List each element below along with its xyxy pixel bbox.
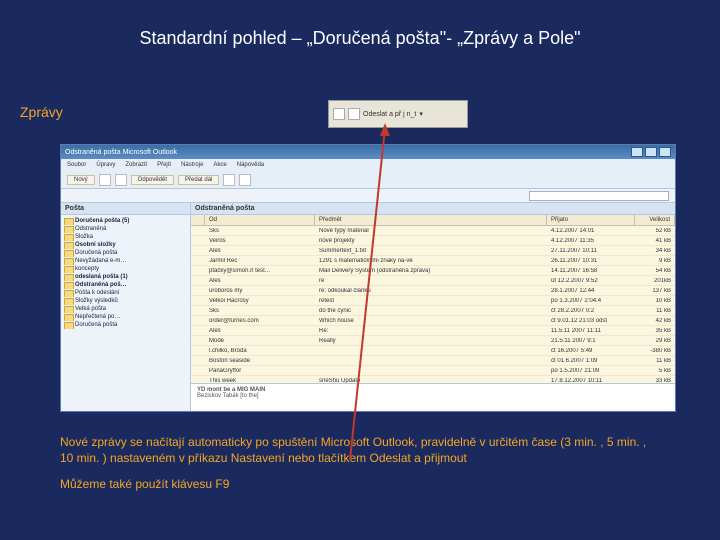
footer-text: Nové zprávy se načítají automaticky po s… <box>60 434 660 503</box>
menu-item[interactable]: Nápověda <box>237 162 264 168</box>
label-zpravy: Zprávy <box>20 104 63 120</box>
outlook-window: Odstraněná pošta Microsoft Outlook Soubo… <box>60 144 676 412</box>
maximize-button[interactable] <box>645 147 657 157</box>
footer-p1: Nové zprávy se načítají automaticky po s… <box>60 434 660 466</box>
menu-item[interactable]: Přejít <box>157 162 171 168</box>
col-subject[interactable]: Předmět <box>315 215 547 225</box>
message-row[interactable]: l.chilko, Brodačt 16.2007 5:49-380 kB <box>191 346 675 356</box>
toolbar-snippet: Odeslat a př j n_t ▾ <box>328 100 468 128</box>
chevron-down-icon[interactable]: ▾ <box>419 110 423 118</box>
menu-item[interactable]: Úpravy <box>96 162 115 168</box>
message-row[interactable]: SksNové typy materiál4.12.2007 14:0152 k… <box>191 226 675 236</box>
nav-header: Pošta <box>61 203 190 215</box>
menu-item[interactable]: Soubor <box>67 162 86 168</box>
search-input[interactable] <box>529 191 669 201</box>
col-received[interactable]: Přijato <box>547 215 635 225</box>
footer-p2: Můžeme také použít klávesu F9 <box>60 476 660 492</box>
window-titlebar: Odstraněná pošta Microsoft Outlook <box>61 145 675 159</box>
forward-button[interactable]: Předat dál <box>178 175 219 185</box>
message-row[interactable]: Boston seasidečt 01.6.2007 1:0911 kB <box>191 356 675 366</box>
folder-item[interactable]: Doručená pošta (5) <box>61 217 190 225</box>
folder-icon[interactable] <box>239 174 251 186</box>
preview-pane: YD mont be a MIG MAIN Beziskov Tabák [to… <box>191 383 675 411</box>
content-header: Odstraněná pošta <box>191 203 675 215</box>
reply-button[interactable]: Odpovědět <box>131 175 174 185</box>
message-row[interactable]: Alešreút 12.2.2007 9:52201kB <box>191 276 675 286</box>
nav-pane: Pošta Doručená pošta (5) Odstraněná Slož… <box>61 203 191 411</box>
message-row[interactable]: order@furries.comWhich housečt 9.01.12 2… <box>191 316 675 326</box>
folder-item[interactable]: Doručená pošta <box>61 321 190 329</box>
col-size[interactable]: Velikost <box>635 215 675 225</box>
minimize-button[interactable] <box>631 147 643 157</box>
folder-list: Doručená pošta (5) Odstraněná Složka Oso… <box>61 215 190 331</box>
message-list: SksNové typy materiál4.12.2007 14:0152 k… <box>191 226 675 383</box>
folder-item[interactable]: Doručená pošta <box>61 249 190 257</box>
folder-item[interactable]: Odstraněná poš… <box>61 281 190 289</box>
close-button[interactable] <box>659 147 671 157</box>
message-row[interactable]: Sksdo the cynicčt 28.2.2007 0:211 kB <box>191 306 675 316</box>
folder-item[interactable]: Nevyžádaná e-m… <box>61 257 190 265</box>
message-row[interactable]: Veirosnové projekty4.12.2007 11:3541 kB <box>191 236 675 246</box>
send-receive-label[interactable]: Odeslat a př j n_t <box>363 111 416 118</box>
delete-icon[interactable] <box>115 174 127 186</box>
message-row[interactable]: ptáčky@simon.rl test…Mail Delivery Syste… <box>191 266 675 276</box>
folder-item[interactable]: koncepty <box>61 265 190 273</box>
menu-item[interactable]: Akce <box>213 162 226 168</box>
message-row[interactable]: Velkoi Hacrosyretestpo 1.3.2007 2:04:410… <box>191 296 675 306</box>
folder-item[interactable]: Osobní složky <box>61 241 190 249</box>
folder-item[interactable]: Odstraněná <box>61 225 190 233</box>
folder-item[interactable]: Pošta k odeslání <box>61 289 190 297</box>
col-from[interactable]: Od <box>205 215 315 225</box>
window-title: Odstraněná pošta Microsoft Outlook <box>65 149 177 156</box>
message-row[interactable]: AlešSummertext_1.txt27.11.2007 10:1134 k… <box>191 246 675 256</box>
new-button[interactable]: Nový <box>67 175 95 185</box>
toolbar: Nový Odpovědět Předat dál <box>61 171 675 189</box>
preview-sender: Beziskov Tabák [to the] <box>197 393 669 399</box>
grid-header: Od Předmět Přijato Velikost <box>191 215 675 226</box>
envelope-icon <box>348 108 360 120</box>
menu-bar: Soubor Úpravy Zobrazit Přejít Nástroje A… <box>61 159 675 171</box>
content-pane: Odstraněná pošta Od Předmět Přijato Veli… <box>191 203 675 411</box>
search-bar <box>61 189 675 203</box>
message-row[interactable]: This weeksneShu Update17.8.12.2007 10:11… <box>191 376 675 383</box>
folder-item[interactable]: Nepřečtená po… <box>61 313 190 321</box>
message-row[interactable]: AlešRe:11.5.11 2007 11:1135 kB <box>191 326 675 336</box>
book-icon <box>333 108 345 120</box>
folder-item[interactable]: Složky výsledků <box>61 297 190 305</box>
message-row[interactable]: Jarmil Rec1291 s matematickými znaky na-… <box>191 256 675 266</box>
flag-icon[interactable] <box>223 174 235 186</box>
message-row[interactable]: PanáGryfforpo 1.5.2007 21:095 kB <box>191 366 675 376</box>
menu-item[interactable]: Nástroje <box>181 162 203 168</box>
folder-item[interactable]: Velká pošta <box>61 305 190 313</box>
message-row[interactable]: ModeReally21.5.11 2007 9:129 kB <box>191 336 675 346</box>
print-icon[interactable] <box>99 174 111 186</box>
folder-item[interactable]: odeslaná pošta (1) <box>61 273 190 281</box>
menu-item[interactable]: Zobrazit <box>125 162 147 168</box>
slide-title: Standardní pohled – „Doručená pošta"- „Z… <box>0 0 720 59</box>
folder-item[interactable]: Složka <box>61 233 190 241</box>
message-row[interactable]: uroboros myre: odkoukal článku28.1.2007 … <box>191 286 675 296</box>
